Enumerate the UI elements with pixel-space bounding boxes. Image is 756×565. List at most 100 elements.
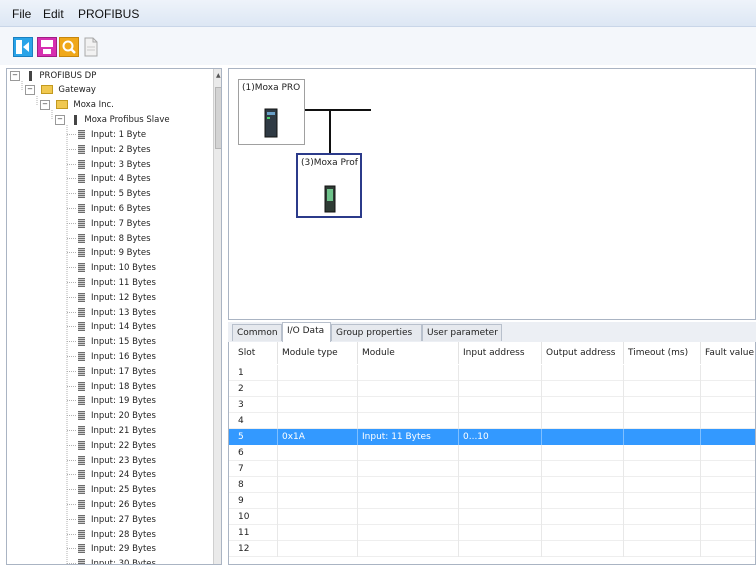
tree-item-module[interactable]: Input: 18 Bytes	[67, 380, 156, 394]
table-cell[interactable]	[278, 509, 358, 525]
table-cell[interactable]	[459, 493, 542, 509]
tab-io-data[interactable]: I/O Data	[282, 322, 331, 342]
table-cell[interactable]	[542, 509, 624, 525]
table-cell[interactable]: 5	[234, 429, 278, 445]
table-cell[interactable]	[542, 493, 624, 509]
tree-item-module[interactable]: Input: 11 Bytes	[67, 276, 156, 290]
slave-node[interactable]: (3)Moxa Prof	[296, 153, 362, 218]
tree-item-module[interactable]: Input: 15 Bytes	[67, 335, 156, 349]
menu-edit[interactable]: Edit	[43, 7, 64, 21]
tree-item-module[interactable]: Input: 28 Bytes	[67, 528, 156, 542]
table-cell[interactable]	[358, 445, 459, 461]
table-row[interactable]: 9	[229, 493, 755, 509]
tree-item-module[interactable]: Input: 3 Bytes	[67, 158, 151, 172]
column-header-fault-value[interactable]: Fault value	[701, 342, 755, 364]
table-cell[interactable]	[624, 493, 701, 509]
table-cell[interactable]: Input: 11 Bytes	[358, 429, 459, 445]
table-cell[interactable]	[358, 525, 459, 541]
collapse-icon[interactable]: −	[10, 70, 20, 81]
table-cell[interactable]	[459, 461, 542, 477]
table-row[interactable]: 2	[229, 381, 755, 397]
table-cell[interactable]	[358, 477, 459, 493]
save-icon[interactable]	[37, 37, 57, 57]
table-cell[interactable]	[701, 461, 755, 477]
table-row[interactable]: 1	[229, 365, 755, 381]
table-cell[interactable]	[701, 429, 755, 445]
table-cell[interactable]	[624, 429, 701, 445]
column-header-timeout[interactable]: Timeout (ms)	[624, 342, 701, 364]
table-cell[interactable]	[701, 525, 755, 541]
table-cell[interactable]: 0x1A	[278, 429, 358, 445]
collapse-icon[interactable]: −	[55, 114, 65, 125]
table-cell[interactable]	[542, 365, 624, 381]
table-cell[interactable]	[459, 413, 542, 429]
table-cell[interactable]	[542, 445, 624, 461]
table-cell[interactable]	[624, 413, 701, 429]
tree-item-gateway[interactable]: − Gateway	[25, 83, 96, 97]
table-cell[interactable]	[701, 541, 755, 557]
table-cell[interactable]	[278, 541, 358, 557]
tree-item-module[interactable]: Input: 17 Bytes	[67, 365, 156, 379]
table-cell[interactable]	[358, 541, 459, 557]
table-cell[interactable]	[278, 445, 358, 461]
tree-item-module[interactable]: Input: 27 Bytes	[67, 513, 156, 527]
table-cell[interactable]	[701, 381, 755, 397]
tree-item-module[interactable]: Input: 13 Bytes	[67, 306, 156, 320]
table-cell[interactable]	[542, 397, 624, 413]
tree-item-module[interactable]: Input: 29 Bytes	[67, 542, 156, 556]
table-cell[interactable]	[624, 541, 701, 557]
tree-item-module[interactable]: Input: 22 Bytes	[67, 439, 156, 453]
table-cell[interactable]	[358, 413, 459, 429]
column-header-output-address[interactable]: Output address	[542, 342, 624, 364]
tree-item-module[interactable]: Input: 4 Bytes	[67, 172, 151, 186]
table-cell[interactable]: 3	[234, 397, 278, 413]
table-row[interactable]: 6	[229, 445, 755, 461]
tree-item-module[interactable]: Input: 10 Bytes	[67, 261, 156, 275]
tree-item-module[interactable]: Input: 9 Bytes	[67, 246, 151, 260]
exit-icon[interactable]	[13, 37, 33, 57]
table-cell[interactable]	[624, 365, 701, 381]
tree-item-moxa-inc[interactable]: − Moxa Inc.	[40, 98, 114, 112]
tree-item-moxa-profibus-slave[interactable]: − Moxa Profibus Slave	[55, 113, 170, 127]
table-cell[interactable]	[459, 397, 542, 413]
table-row[interactable]: 10	[229, 509, 755, 525]
table-cell[interactable]	[624, 461, 701, 477]
table-cell[interactable]: 8	[234, 477, 278, 493]
tree-item-module[interactable]: Input: 20 Bytes	[67, 409, 156, 423]
network-diagram[interactable]: (1)Moxa PRO (3)Moxa Prof	[228, 68, 756, 320]
tree-item-module[interactable]: Input: 25 Bytes	[67, 483, 156, 497]
table-cell[interactable]	[542, 541, 624, 557]
table-cell[interactable]: 4	[234, 413, 278, 429]
document-icon[interactable]	[82, 37, 102, 57]
column-header-input-address[interactable]: Input address	[459, 342, 542, 364]
table-row[interactable]: 7	[229, 461, 755, 477]
table-cell[interactable]	[459, 525, 542, 541]
table-cell[interactable]	[278, 381, 358, 397]
menu-file[interactable]: File	[12, 7, 31, 21]
table-cell[interactable]	[624, 525, 701, 541]
table-cell[interactable]	[358, 397, 459, 413]
table-cell[interactable]	[701, 365, 755, 381]
tree-item-module[interactable]: Input: 16 Bytes	[67, 350, 156, 364]
tree-item-module[interactable]: Input: 14 Bytes	[67, 320, 156, 334]
tree-item-module[interactable]: Input: 1 Byte	[67, 128, 146, 142]
table-cell[interactable]	[701, 397, 755, 413]
tree-item-module[interactable]: Input: 8 Bytes	[67, 232, 151, 246]
table-cell[interactable]	[459, 477, 542, 493]
table-cell[interactable]	[624, 397, 701, 413]
collapse-icon[interactable]: −	[40, 99, 50, 110]
tree-item-module[interactable]: Input: 26 Bytes	[67, 498, 156, 512]
tree-item-module[interactable]: Input: 21 Bytes	[67, 424, 156, 438]
table-cell[interactable]	[278, 461, 358, 477]
table-cell[interactable]	[278, 397, 358, 413]
table-cell[interactable]	[459, 445, 542, 461]
table-cell[interactable]	[542, 429, 624, 445]
tree-item-module[interactable]: Input: 30 Bytes	[67, 557, 156, 564]
table-cell[interactable]: 12	[234, 541, 278, 557]
table-cell[interactable]: 7	[234, 461, 278, 477]
column-header-slot[interactable]: Slot	[234, 342, 278, 364]
table-cell[interactable]	[358, 493, 459, 509]
table-cell[interactable]	[358, 461, 459, 477]
table-cell[interactable]	[542, 525, 624, 541]
tree-item-module[interactable]: Input: 6 Bytes	[67, 202, 151, 216]
